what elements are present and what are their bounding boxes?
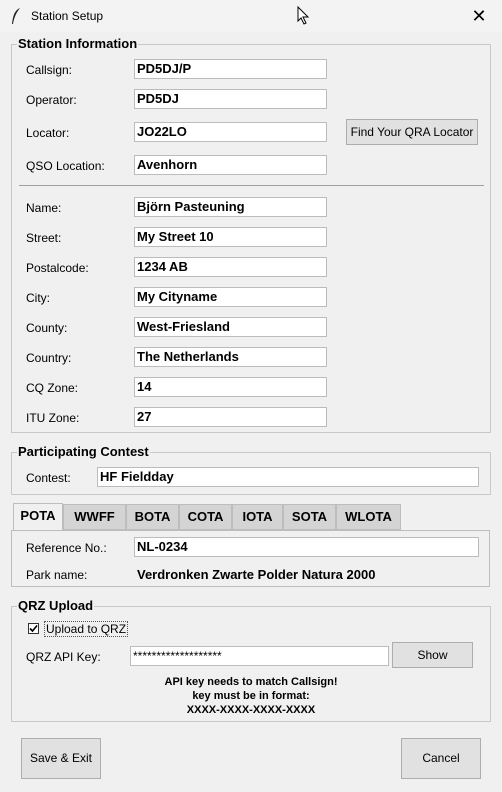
city-label: City: [26, 291, 50, 305]
checkmark-icon [29, 624, 38, 633]
contest-title: Participating Contest [17, 444, 150, 459]
postalcode-input[interactable]: 1234 AB [134, 257, 327, 277]
qso-location-input[interactable]: Avenhorn [134, 155, 327, 175]
callsign-label: Callsign: [26, 63, 73, 77]
tab-iota[interactable]: IOTA [232, 504, 283, 530]
qrz-note-line2: key must be in format: [192, 690, 310, 702]
mouse-cursor-icon [297, 6, 310, 25]
contest-input[interactable]: HF Fieldday [97, 467, 479, 487]
name-input[interactable]: Björn Pasteuning [134, 197, 327, 217]
cq-zone-label: CQ Zone: [26, 381, 79, 395]
qso-location-label: QSO Location: [26, 159, 105, 173]
country-input[interactable]: The Netherlands [134, 347, 327, 367]
separator [19, 185, 484, 186]
operator-label: Operator: [26, 93, 77, 107]
qrz-note-line1: API key needs to match Callsign! [164, 676, 338, 688]
upload-to-qrz-checkbox[interactable] [28, 623, 39, 634]
window-title: Station Setup [31, 9, 104, 23]
qrz-upload-title: QRZ Upload [17, 598, 95, 613]
postalcode-label: Postalcode: [26, 261, 89, 275]
street-input[interactable]: My Street 10 [134, 227, 327, 247]
park-name-value: Verdronken Zwarte Polder Natura 2000 [137, 567, 376, 582]
tab-pota[interactable]: POTA [13, 503, 63, 531]
city-input[interactable]: My Cityname [134, 287, 327, 307]
station-information-title: Station Information [17, 36, 139, 51]
save-exit-button[interactable]: Save & Exit [21, 738, 101, 779]
locator-label: Locator: [26, 126, 70, 140]
tab-wwff[interactable]: WWFF [63, 504, 126, 530]
show-api-key-button[interactable]: Show [392, 642, 473, 668]
qrz-api-key-input[interactable]: ******************* [130, 646, 389, 666]
street-label: Street: [26, 231, 62, 245]
tab-bota[interactable]: BOTA [126, 504, 179, 530]
itu-zone-label: ITU Zone: [26, 411, 80, 425]
reference-input[interactable]: NL-0234 [134, 537, 479, 557]
operator-input[interactable]: PD5DJ [134, 89, 327, 109]
find-qra-locator-button[interactable]: Find Your QRA Locator [346, 119, 478, 145]
county-label: County: [26, 321, 68, 335]
tab-sota[interactable]: SOTA [283, 504, 336, 530]
qrz-api-key-label: QRZ API Key: [26, 650, 101, 664]
cq-zone-input[interactable]: 14 [134, 377, 327, 397]
callsign-input[interactable]: PD5DJ/P [134, 59, 327, 79]
name-label: Name: [26, 201, 62, 215]
title-bar: Station Setup ✕ [0, 0, 502, 32]
country-label: Country: [26, 351, 72, 365]
park-name-label: Park name: [26, 568, 88, 582]
itu-zone-input[interactable]: 27 [134, 407, 327, 427]
reference-label: Reference No.: [26, 541, 107, 555]
tab-cota[interactable]: COTA [179, 504, 232, 530]
upload-to-qrz-label[interactable]: Upload to QRZ [44, 621, 129, 637]
county-input[interactable]: West-Friesland [134, 317, 327, 337]
qrz-note-line3: XXXX-XXXX-XXXX-XXXX [186, 704, 316, 716]
contest-label: Contest: [26, 471, 71, 485]
close-button[interactable]: ✕ [456, 0, 502, 32]
cancel-button[interactable]: Cancel [401, 738, 481, 779]
feather-icon [12, 8, 20, 24]
tab-wlota[interactable]: WLOTA [336, 504, 401, 530]
locator-input[interactable]: JO22LO [134, 122, 327, 142]
